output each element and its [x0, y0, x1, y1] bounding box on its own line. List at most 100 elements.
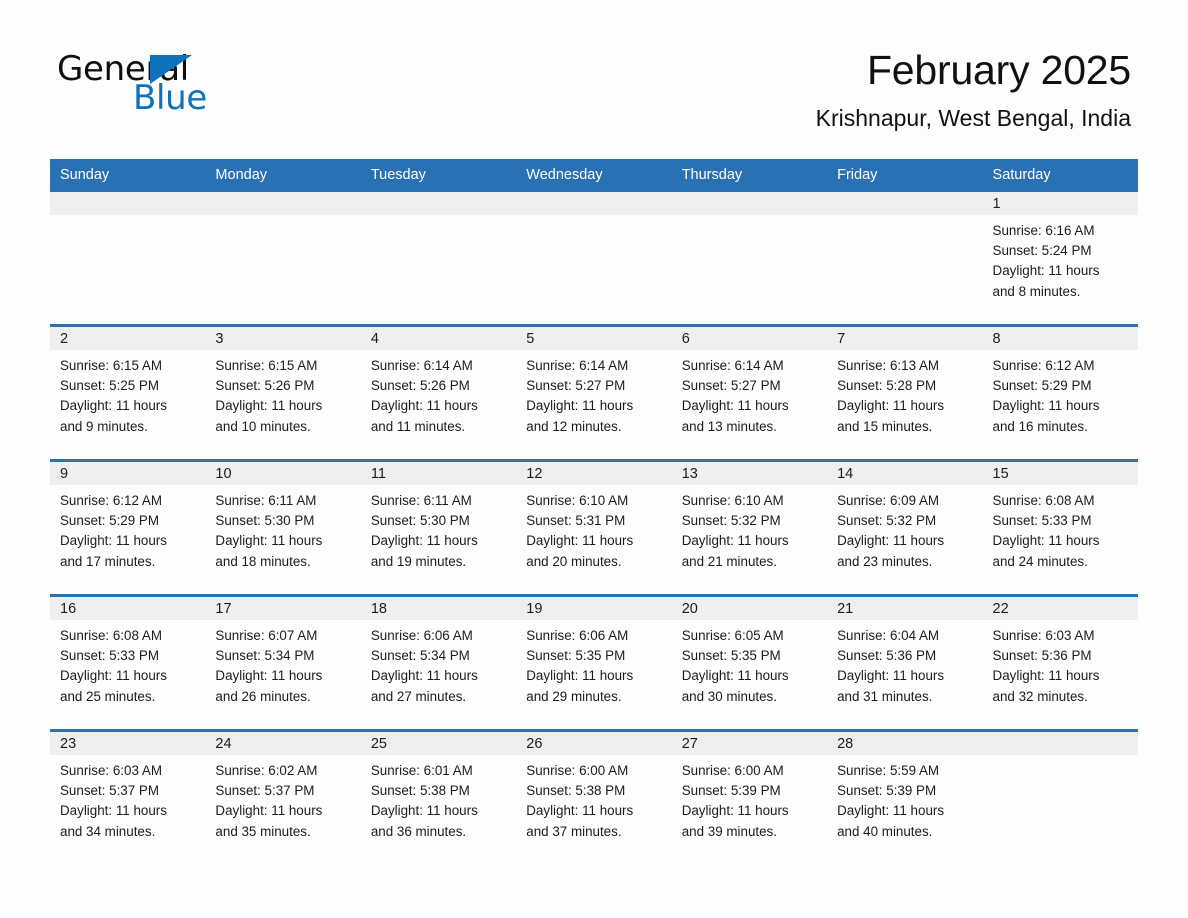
day-cell[interactable]: 17 Sunrise: 6:07 AM Sunset: 5:34 PM Dayligh… [205, 594, 361, 731]
daylight-text-line2: and 10 minutes. [215, 418, 311, 434]
day-info: Sunrise: 6:12 AM Sunset: 5:29 PM Daylight:… [983, 350, 1138, 437]
daylight-text-line1: Daylight: 11 hours [526, 668, 634, 684]
day-cell[interactable]: 22 Sunrise: 6:03 AM Sunset: 5:36 PM Dayligh… [982, 594, 1138, 731]
weekday-header-monday: Monday [205, 159, 361, 192]
sunset-text: Sunset: 5:27 PM [681, 378, 781, 394]
sunset-text: Sunset: 5:27 PM [526, 378, 626, 394]
day-number [516, 192, 672, 215]
day-cell[interactable]: 5 Sunrise: 6:14 AM Sunset: 5:27 PM Daylight… [516, 324, 672, 461]
day-cell[interactable]: 8 Sunrise: 6:12 AM Sunset: 5:29 PM Daylight… [982, 324, 1138, 461]
daylight-text-line2: and 8 minutes. [992, 283, 1081, 299]
day-cell[interactable]: 12 Sunrise: 6:10 AM Sunset: 5:31 PM Dayligh… [516, 459, 672, 596]
day-info: Sunrise: 6:10 AM Sunset: 5:32 PM Daylight:… [672, 485, 827, 572]
day-number: 1 [982, 192, 1138, 215]
day-cell[interactable] [360, 192, 517, 326]
daylight-text-line2: and 17 minutes. [60, 553, 156, 569]
day-cell[interactable]: 14 Sunrise: 6:09 AM Sunset: 5:32 PM Dayligh… [827, 459, 983, 596]
sunset-text: Sunset: 5:33 PM [992, 513, 1092, 529]
sunset-text: Sunset: 5:39 PM [681, 783, 781, 799]
sunset-text: Sunset: 5:32 PM [681, 513, 781, 529]
daylight-text-line2: and 31 minutes. [837, 688, 933, 704]
day-number: 3 [205, 327, 361, 350]
day-cell[interactable]: 7 Sunrise: 6:13 AM Sunset: 5:28 PM Daylight… [827, 324, 983, 461]
page-title: February 2025 [866, 47, 1131, 93]
day-number: 28 [827, 732, 983, 755]
sunrise-text: Sunrise: 6:01 AM [370, 763, 473, 778]
daylight-text-line1: Daylight: 11 hours [215, 803, 323, 819]
sunrise-text: Sunrise: 6:14 AM [526, 358, 629, 373]
daylight-text-line1: Daylight: 11 hours [215, 398, 323, 414]
day-cell[interactable]: 20 Sunrise: 6:05 AM Sunset: 5:35 PM Dayligh… [671, 594, 828, 731]
day-info: Sunrise: 6:14 AM Sunset: 5:27 PM Daylight:… [672, 350, 827, 437]
title-block: February 2025 Krishnapur, West Bengal, I… [815, 47, 1132, 131]
day-cell[interactable]: 23 Sunrise: 6:03 AM Sunset: 5:37 PM Dayligh… [50, 729, 206, 864]
day-info: Sunrise: 6:06 AM Sunset: 5:34 PM Daylight:… [361, 620, 516, 707]
daylight-text-line2: and 35 minutes. [215, 823, 311, 839]
weekday-header-saturday: Saturday [982, 159, 1138, 192]
sunrise-text: Sunrise: 6:16 AM [992, 223, 1095, 238]
sunrise-text: Sunrise: 6:15 AM [215, 358, 318, 373]
sunrise-text: Sunrise: 6:04 AM [837, 628, 940, 643]
day-info: Sunrise: 6:00 AM Sunset: 5:38 PM Daylight:… [516, 755, 671, 842]
daylight-text-line1: Daylight: 11 hours [992, 668, 1100, 684]
daylight-text-line2: and 9 minutes. [60, 418, 148, 434]
day-cell[interactable]: 3 Sunrise: 6:15 AM Sunset: 5:26 PM Daylight… [205, 324, 361, 461]
generalblue-logo: General Blue [57, 52, 277, 118]
day-cell[interactable]: 18 Sunrise: 6:06 AM Sunset: 5:34 PM Dayligh… [360, 594, 517, 731]
page-subtitle: Krishnapur, West Bengal, India [815, 104, 1131, 131]
day-cell[interactable]: 11 Sunrise: 6:11 AM Sunset: 5:30 PM Dayligh… [360, 459, 517, 596]
day-cell[interactable]: 27 Sunrise: 6:00 AM Sunset: 5:39 PM Dayligh… [671, 729, 828, 864]
day-cell[interactable]: 13 Sunrise: 6:10 AM Sunset: 5:32 PM Dayligh… [671, 459, 828, 596]
day-number: 9 [50, 462, 206, 485]
day-cell[interactable] [50, 192, 206, 326]
day-cell[interactable] [827, 192, 983, 326]
sunrise-text: Sunrise: 6:00 AM [681, 763, 784, 778]
day-number [205, 192, 361, 215]
day-cell[interactable]: 10 Sunrise: 6:11 AM Sunset: 5:30 PM Dayligh… [205, 459, 361, 596]
daylight-text-line2: and 27 minutes. [370, 688, 467, 704]
day-info: Sunrise: 6:13 AM Sunset: 5:28 PM Daylight:… [827, 350, 982, 437]
day-cell[interactable]: 28 Sunrise: 5:59 AM Sunset: 5:39 PM Dayligh… [827, 729, 983, 864]
day-cell[interactable]: 15 Sunrise: 6:08 AM Sunset: 5:33 PM Dayligh… [982, 459, 1138, 596]
sunrise-text: Sunrise: 6:06 AM [526, 628, 629, 643]
daylight-text-line2: and 37 minutes. [526, 823, 622, 839]
daylight-text-line1: Daylight: 11 hours [60, 803, 167, 819]
calendar-grid: Sunday Monday Tuesday Wednesday Thursday… [50, 159, 1138, 864]
daylight-text-line1: Daylight: 11 hours [60, 533, 167, 549]
day-cell[interactable] [671, 192, 828, 326]
day-cell[interactable]: 6 Sunrise: 6:14 AM Sunset: 5:27 PM Daylight… [671, 324, 828, 461]
sunrise-text: Sunrise: 6:09 AM [837, 493, 940, 508]
day-number: 19 [516, 597, 672, 620]
day-cell[interactable]: 24 Sunrise: 6:02 AM Sunset: 5:37 PM Dayligh… [205, 729, 361, 864]
day-info: Sunrise: 5:59 AM Sunset: 5:39 PM Daylight:… [827, 755, 982, 842]
day-cell[interactable] [205, 192, 361, 326]
day-cell[interactable] [982, 729, 1138, 864]
day-cell[interactable]: 21 Sunrise: 6:04 AM Sunset: 5:36 PM Dayligh… [827, 594, 983, 731]
day-cell[interactable]: 26 Sunrise: 6:00 AM Sunset: 5:38 PM Dayligh… [516, 729, 672, 864]
week-row: 2 Sunrise: 6:15 AM Sunset: 5:25 PM Daylight… [50, 324, 1138, 461]
day-number: 22 [982, 597, 1138, 620]
day-cell[interactable] [516, 192, 672, 326]
daylight-text-line1: Daylight: 11 hours [837, 803, 945, 819]
logo-text-blue: Blue [133, 78, 208, 118]
day-cell[interactable]: 9 Sunrise: 6:12 AM Sunset: 5:29 PM Daylight… [50, 459, 206, 596]
sunset-text: Sunset: 5:35 PM [526, 648, 626, 664]
sunrise-text: Sunrise: 6:07 AM [215, 628, 318, 643]
sunrise-text: Sunrise: 6:02 AM [215, 763, 318, 778]
day-number [827, 192, 983, 215]
sunrise-text: Sunrise: 6:08 AM [992, 493, 1095, 508]
calendar-body: 1 Sunrise: 6:16 AM Sunset: 5:24 PM Daylight… [50, 192, 1138, 864]
sunrise-text: Sunrise: 6:12 AM [992, 358, 1095, 373]
day-cell[interactable]: 1 Sunrise: 6:16 AM Sunset: 5:24 PM Daylight… [982, 192, 1138, 326]
day-cell[interactable]: 25 Sunrise: 6:01 AM Sunset: 5:38 PM Dayligh… [360, 729, 517, 864]
daylight-text-line2: and 24 minutes. [992, 553, 1088, 569]
day-cell[interactable]: 4 Sunrise: 6:14 AM Sunset: 5:26 PM Daylight… [360, 324, 517, 461]
day-cell[interactable]: 2 Sunrise: 6:15 AM Sunset: 5:25 PM Daylight… [50, 324, 206, 461]
daylight-text-line1: Daylight: 11 hours [215, 668, 323, 684]
day-cell[interactable]: 19 Sunrise: 6:06 AM Sunset: 5:35 PM Dayligh… [516, 594, 672, 731]
day-number: 23 [50, 732, 206, 755]
day-cell[interactable]: 16 Sunrise: 6:08 AM Sunset: 5:33 PM Dayligh… [50, 594, 206, 731]
daylight-text-line1: Daylight: 11 hours [681, 398, 789, 414]
sunset-text: Sunset: 5:30 PM [215, 513, 315, 529]
day-number: 13 [671, 462, 828, 485]
